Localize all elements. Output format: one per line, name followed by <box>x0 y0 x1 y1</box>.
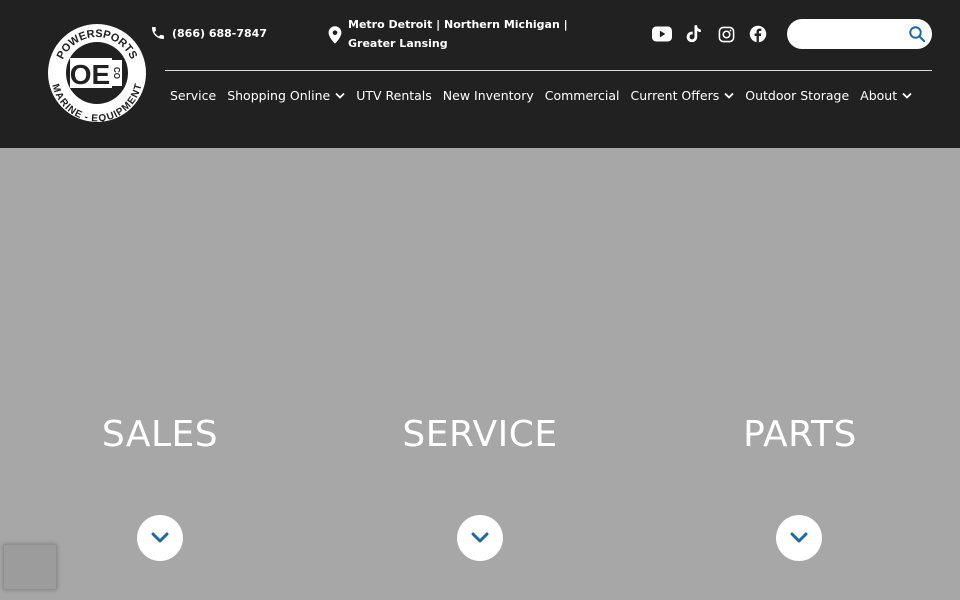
youtube-icon[interactable] <box>652 24 672 44</box>
tile-service-title[interactable]: SERVICE <box>320 414 640 455</box>
social-links <box>652 24 768 44</box>
service-expand-button[interactable] <box>457 515 503 561</box>
nav-item-new-inventory[interactable]: New Inventory <box>443 88 534 103</box>
nav-item-utv-rentals[interactable]: UTV Rentals <box>356 88 432 103</box>
nav-item-current-offers[interactable]: Current Offers <box>631 88 735 103</box>
chevron-down-icon <box>724 92 734 99</box>
nav-item-about[interactable]: About <box>860 88 912 103</box>
nav-item-service[interactable]: Service <box>170 88 216 103</box>
main-nav: Service Shopping Online UTV Rentals New … <box>170 88 912 103</box>
facebook-icon[interactable] <box>748 24 768 44</box>
nav-item-label: Commercial <box>544 88 620 103</box>
oe-logo[interactable]: POWERSPORTS MARINE - EQUIPMENT OE CO <box>46 22 148 124</box>
search-icon[interactable] <box>908 25 926 43</box>
nav-item-label: About <box>860 88 898 103</box>
nav-item-shopping-online[interactable]: Shopping Online <box>227 88 345 103</box>
map-pin-icon <box>328 26 342 44</box>
parts-expand-button[interactable] <box>776 515 822 561</box>
phone-number: (866) 688-7847 <box>172 26 267 40</box>
tile-sales-title[interactable]: SALES <box>0 414 320 455</box>
nav-item-label: Outdoor Storage <box>745 88 850 103</box>
location-text: Metro Detroit | Northern Michigan | Grea… <box>348 18 568 50</box>
search-box <box>787 19 932 49</box>
nav-item-label: Service <box>170 88 217 103</box>
sales-expand-button[interactable] <box>137 515 183 561</box>
chevron-down-icon <box>335 92 345 99</box>
phone-link[interactable]: (866) 688-7847 <box>150 25 267 41</box>
svg-text:CO: CO <box>112 67 121 79</box>
phone-icon <box>152 27 164 39</box>
svg-text:OE: OE <box>70 59 110 90</box>
nav-item-label: UTV Rentals <box>356 88 432 103</box>
location-info: Metro Detroit | Northern Michigan | Grea… <box>328 15 588 53</box>
site-header: POWERSPORTS MARINE - EQUIPMENT OE CO (86… <box>0 0 960 148</box>
nav-item-commercial[interactable]: Commercial <box>545 88 620 103</box>
nav-item-label: New Inventory <box>442 88 534 103</box>
search-input[interactable] <box>799 24 904 44</box>
header-divider <box>165 70 932 71</box>
instagram-icon[interactable] <box>716 24 736 44</box>
chevron-down-icon <box>471 532 489 543</box>
nav-item-outdoor-storage[interactable]: Outdoor Storage <box>745 88 849 103</box>
nav-item-label: Shopping Online <box>227 88 331 103</box>
tile-parts-title[interactable]: PARTS <box>640 414 960 455</box>
nav-item-label: Current Offers <box>630 88 720 103</box>
chevron-down-icon <box>790 532 808 543</box>
recaptcha-badge[interactable] <box>3 544 57 590</box>
tiktok-icon[interactable] <box>684 24 704 44</box>
chevron-down-icon <box>151 532 169 543</box>
chevron-down-icon <box>902 92 912 99</box>
